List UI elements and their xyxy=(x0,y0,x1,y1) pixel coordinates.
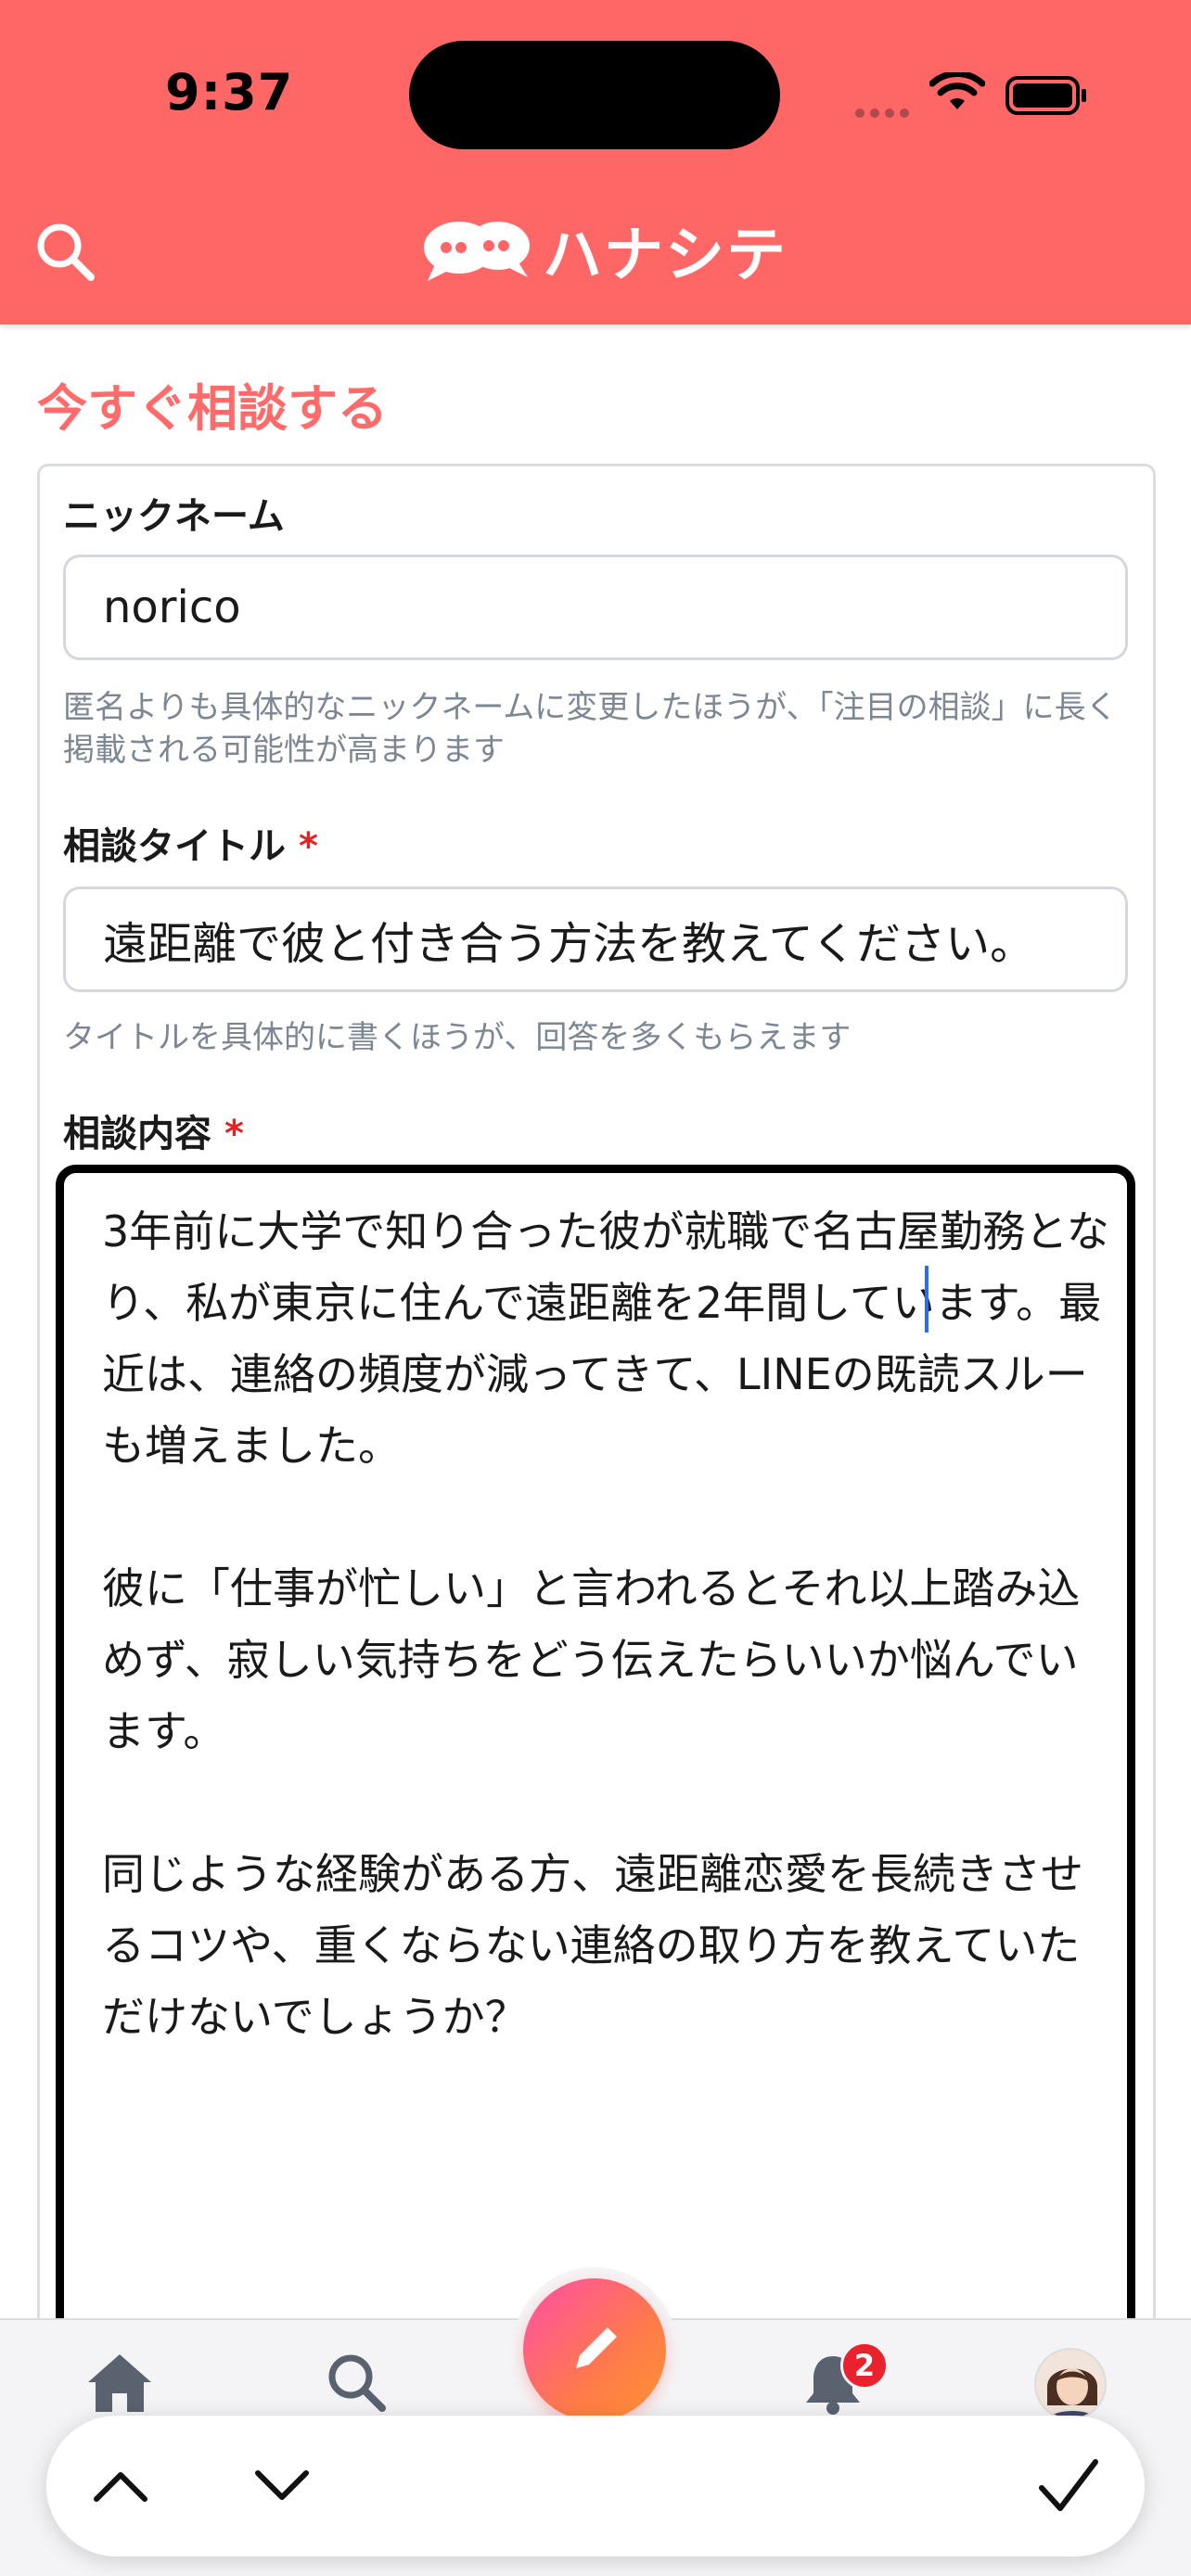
dynamic-island xyxy=(409,41,780,149)
nickname-hint: 匿名よりも具体的なニックネームに変更したほうが、「注目の相談」に長く掲載される可… xyxy=(63,689,1118,769)
post-consultation-button[interactable] xyxy=(523,2278,666,2421)
required-mark: * xyxy=(224,1113,244,1155)
status-time: 9:37 xyxy=(165,63,294,121)
next-field-button[interactable] xyxy=(245,2449,319,2523)
checkmark-icon xyxy=(1039,2459,1098,2511)
nickname-input[interactable]: norico xyxy=(63,555,1128,660)
content-text[interactable]: 3年前に大学で知り合った彼が就職で名古屋勤務となり、私が東京に住んで遠距離を2年… xyxy=(102,1196,1113,2053)
nickname-label: ニックネーム xyxy=(63,495,285,538)
required-mark: * xyxy=(299,825,318,868)
chat-bubbles-logo-icon xyxy=(424,222,530,281)
page-title: 今すぐ相談する xyxy=(37,379,388,438)
title-hint: タイトルを具体的に書くほうが、回答を多くもらえます xyxy=(63,1019,852,1056)
chevron-up-icon xyxy=(94,2472,147,2502)
tab-mypage-avatar[interactable] xyxy=(1034,2348,1107,2420)
keyboard-accessory-bar xyxy=(46,2416,1145,2557)
content-label: 相談内容 * xyxy=(63,1113,244,1155)
app-header: 9:37 ハナシテ xyxy=(0,0,1191,325)
app-name: ハナシテ xyxy=(543,222,788,290)
header-search-icon[interactable] xyxy=(33,220,96,283)
title-label: 相談タイトル * xyxy=(63,825,318,868)
title-input[interactable]: 遠距離で彼と付き合う方法を教えてください。 xyxy=(63,886,1128,992)
pencil-icon xyxy=(576,2327,617,2368)
wifi-icon xyxy=(929,72,985,109)
search-icon xyxy=(328,2354,386,2412)
app-logo[interactable]: ハナシテ xyxy=(422,215,788,290)
home-icon xyxy=(88,2354,151,2412)
cellular-signal-icon xyxy=(855,104,915,121)
text-cursor xyxy=(925,1266,928,1333)
notification-badge: 2 xyxy=(840,2341,889,2390)
battery-icon xyxy=(1005,76,1086,115)
previous-field-button[interactable] xyxy=(83,2449,158,2523)
done-button[interactable] xyxy=(1031,2449,1106,2523)
chevron-down-icon xyxy=(255,2470,309,2500)
